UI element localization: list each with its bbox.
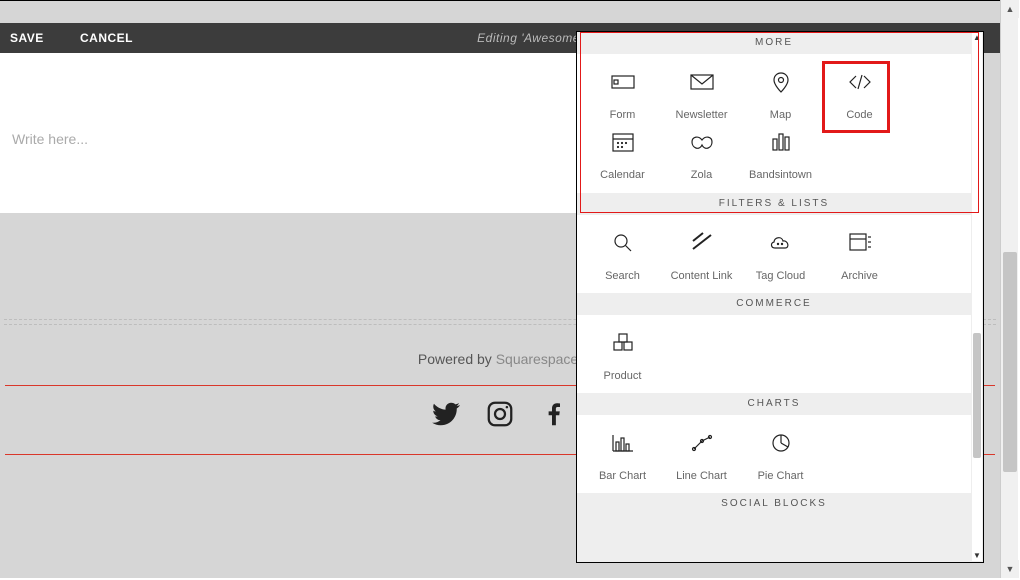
code-icon: [847, 71, 873, 98]
tile-label: Search: [583, 269, 662, 283]
tile-label: Pie Chart: [741, 469, 820, 483]
commerce-grid: Product: [577, 315, 971, 393]
scroll-thumb[interactable]: [1003, 252, 1017, 472]
bar-chart-icon: [610, 432, 636, 459]
line-chart-icon: [689, 432, 715, 459]
tile-map[interactable]: Map: [741, 64, 820, 124]
tile-label: Bandsintown: [741, 168, 820, 182]
tile-label: Archive: [820, 269, 899, 283]
tile-label: Code: [820, 108, 899, 122]
scroll-thumb[interactable]: [973, 333, 981, 458]
pie-chart-icon: [768, 432, 794, 459]
archive-icon: [847, 231, 873, 258]
facebook-icon[interactable]: [529, 405, 579, 422]
scroll-up-icon[interactable]: ▲: [972, 33, 982, 43]
tile-label: Calendar: [583, 168, 662, 182]
scroll-down-icon[interactable]: ▼: [972, 551, 982, 561]
page-canvas: SAVE CANCEL Editing 'Awesome Table' Writ…: [0, 0, 1000, 578]
tile-label: Content Link: [662, 269, 741, 283]
tile-label: Bar Chart: [583, 469, 662, 483]
powered-prefix: Powered by: [418, 351, 496, 367]
section-header-commerce: COMMERCE: [577, 293, 971, 315]
tile-label: Product: [583, 369, 662, 383]
charts-grid: Bar Chart Line Chart Pie Chart: [577, 415, 971, 493]
tile-label: Line Chart: [662, 469, 741, 483]
cancel-button[interactable]: CANCEL: [80, 31, 133, 45]
save-button[interactable]: SAVE: [10, 31, 44, 45]
tile-content-link[interactable]: Content Link: [662, 225, 741, 285]
tile-zola[interactable]: Zola: [662, 124, 741, 184]
cloud-icon: [768, 231, 794, 258]
form-icon: [610, 71, 636, 98]
tile-pie-chart[interactable]: Pie Chart: [741, 425, 820, 485]
tile-archive[interactable]: Archive: [820, 225, 899, 285]
tile-bandsintown[interactable]: Bandsintown: [741, 124, 820, 184]
section-header-filters: FILTERS & LISTS: [577, 193, 971, 215]
panel-scrollbar[interactable]: ▲ ▼: [972, 33, 982, 561]
tile-label: Newsletter: [662, 108, 741, 122]
more-grid: Form Newsletter Map Code Calendar: [577, 54, 971, 193]
twitter-icon[interactable]: [421, 405, 475, 422]
tile-bar-chart[interactable]: Bar Chart: [583, 425, 662, 485]
powered-brand-link[interactable]: Squarespace: [496, 351, 579, 367]
window-scrollbar[interactable]: ▲ ▼: [1000, 0, 1018, 578]
scroll-down-icon[interactable]: ▼: [1001, 560, 1019, 578]
scroll-up-icon[interactable]: ▲: [1001, 0, 1019, 18]
editor-placeholder: Write here...: [12, 131, 88, 147]
tile-label: Zola: [662, 168, 741, 182]
section-header-social: SOCIAL BLOCKS: [577, 493, 971, 515]
tile-product[interactable]: Product: [583, 325, 662, 385]
rings-icon: [689, 131, 715, 158]
link-icon: [689, 231, 715, 258]
instagram-icon[interactable]: [475, 405, 529, 422]
product-icon: [610, 331, 636, 358]
block-picker-panel: MORE Form Newsletter Map Code: [576, 31, 984, 563]
search-icon: [610, 231, 636, 258]
tile-code[interactable]: Code: [820, 64, 899, 124]
tile-calendar[interactable]: Calendar: [583, 124, 662, 184]
tile-newsletter[interactable]: Newsletter: [662, 64, 741, 124]
pin-icon: [768, 71, 794, 98]
tile-label: Map: [741, 108, 820, 122]
filters-grid: Search Content Link Tag Cloud Archive: [577, 215, 971, 293]
tile-tag-cloud[interactable]: Tag Cloud: [741, 225, 820, 285]
tile-search[interactable]: Search: [583, 225, 662, 285]
envelope-icon: [689, 71, 715, 98]
section-header-more: MORE: [577, 32, 971, 54]
tile-label: Form: [583, 108, 662, 122]
calendar-icon: [610, 131, 636, 158]
tile-label: Tag Cloud: [741, 269, 820, 283]
tile-form[interactable]: Form: [583, 64, 662, 124]
tile-line-chart[interactable]: Line Chart: [662, 425, 741, 485]
section-header-charts: CHARTS: [577, 393, 971, 415]
bandsintown-icon: [768, 131, 794, 158]
block-editor[interactable]: Write here...: [0, 53, 576, 213]
